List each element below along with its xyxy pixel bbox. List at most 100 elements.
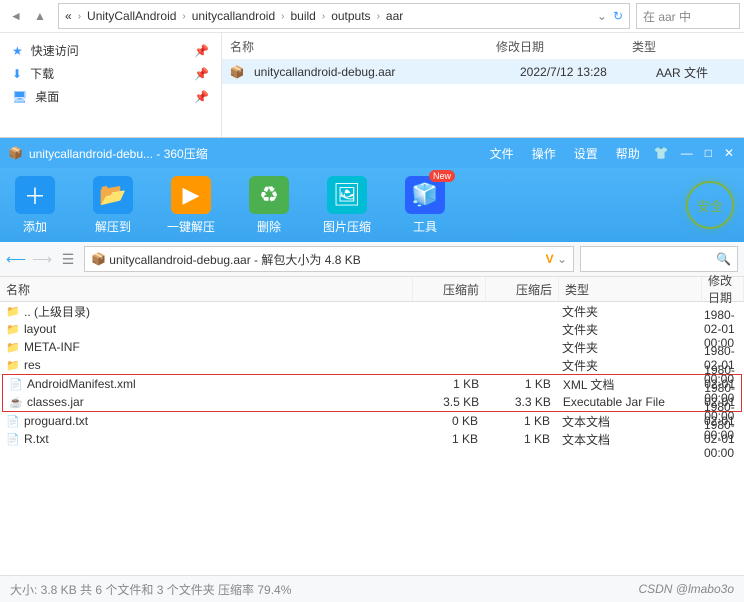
sidebar-item-downloads[interactable]: ⬇ 下载 📌 bbox=[0, 62, 221, 85]
row-post: 1 KB bbox=[485, 377, 557, 391]
tool-image[interactable]: 🖼 图片压缩 bbox=[322, 176, 372, 235]
crumb[interactable]: aar bbox=[386, 9, 403, 23]
row-post: 1 KB bbox=[484, 414, 556, 428]
archive-list-header: 名称 压缩前 压缩后 类型 修改日期 bbox=[0, 277, 744, 302]
file-icon: 📄 bbox=[6, 414, 20, 428]
hdr-post[interactable]: 压缩后 bbox=[486, 277, 559, 301]
back-icon[interactable]: ⟵ bbox=[6, 251, 26, 268]
desktop-icon: 🖥 bbox=[12, 90, 27, 104]
row-name: AndroidManifest.xml bbox=[27, 377, 136, 391]
tool-label: 删除 bbox=[257, 218, 281, 235]
list-row[interactable]: 📁 META-INF 文件夹 bbox=[0, 338, 744, 356]
row-name: classes.jar bbox=[27, 395, 84, 409]
archive-title: unitycallandroid-debu... - 360压缩 bbox=[29, 145, 208, 162]
row-type: 文件夹 bbox=[556, 339, 698, 356]
crumb[interactable]: build bbox=[290, 9, 315, 23]
folder-icon: 📁 bbox=[6, 304, 20, 318]
menu-file[interactable]: 文件 bbox=[490, 145, 514, 162]
crumb[interactable]: outputs bbox=[331, 9, 370, 23]
list-row[interactable]: 📄proguard.txt0 KB1 KB文本文档1980-02-01 00:0… bbox=[0, 412, 744, 430]
archive-titlebar: 📦unitycallandroid-debu... - 360压缩 文件 操作 … bbox=[0, 138, 744, 168]
tool-oneclick[interactable]: ▶一键解压 bbox=[166, 176, 216, 235]
pin-icon: 📌 bbox=[194, 67, 209, 81]
pin-icon: 📌 bbox=[194, 44, 209, 58]
viewmode-icon[interactable]: ☰ bbox=[58, 251, 78, 268]
crumb[interactable]: UnityCallAndroid bbox=[87, 9, 176, 23]
row-pre: 1 KB bbox=[412, 432, 484, 446]
sidebar-item-label: 桌面 bbox=[35, 88, 59, 105]
tool-add[interactable]: ＋添加 bbox=[10, 176, 60, 235]
hdr-name[interactable]: 名称 bbox=[0, 277, 413, 301]
row-name: META-INF bbox=[24, 340, 80, 354]
file-icon: 📄 bbox=[9, 377, 23, 391]
row-pre: 1 KB bbox=[413, 377, 485, 391]
dropdown-icon[interactable]: ⌄ bbox=[597, 9, 607, 23]
maximize-icon[interactable]: □ bbox=[705, 146, 712, 160]
tool-label: 一键解压 bbox=[167, 218, 215, 235]
list-row[interactable]: 📁res文件夹1980-02-01 00:00 bbox=[0, 356, 744, 374]
hdr-pre[interactable]: 压缩前 bbox=[413, 277, 486, 301]
menu-settings[interactable]: 设置 bbox=[574, 145, 598, 162]
list-row[interactable]: 📁layout文件夹1980-02-01 00:00 bbox=[0, 320, 744, 338]
safe-badge: 安全 bbox=[686, 181, 734, 229]
sidebar-item-desktop[interactable]: 🖥 桌面 📌 bbox=[0, 85, 221, 108]
breadcrumb-prefix: « bbox=[65, 9, 72, 23]
file-date: 2022/7/12 13:28 bbox=[512, 65, 648, 79]
row-date: 1980-02-01 00:00 bbox=[698, 418, 744, 460]
row-type: 文件夹 bbox=[556, 357, 698, 374]
list-row[interactable]: ☕classes.jar3.5 KB3.3 KBExecutable Jar F… bbox=[3, 393, 741, 411]
explorer-sidebar: ★快速访问📌 ⬇ 下载 📌 🖥 桌面 📌 bbox=[0, 33, 222, 139]
tool-label: 图片压缩 bbox=[323, 218, 371, 235]
folder-icon: 📁 bbox=[6, 340, 20, 354]
crumb[interactable]: unitycallandroid bbox=[192, 9, 275, 23]
v-dropdown[interactable]: V bbox=[546, 252, 554, 266]
row-type: 文件夹 bbox=[556, 303, 698, 320]
hdr-type[interactable]: 类型 bbox=[559, 277, 702, 301]
list-row[interactable]: 📄R.txt1 KB1 KB文本文档1980-02-01 00:00 bbox=[0, 430, 744, 448]
refresh-icon[interactable]: ↻ bbox=[613, 9, 623, 23]
row-type: 文本文档 bbox=[556, 413, 698, 430]
nav-up-icon[interactable]: ▲ bbox=[28, 4, 52, 28]
tool-tools[interactable]: 🧊New工具 bbox=[400, 176, 450, 235]
breadcrumb[interactable]: « › UnityCallAndroid› unitycallandroid› … bbox=[58, 3, 630, 29]
skin-icon[interactable]: 👕 bbox=[654, 146, 669, 160]
minimize-icon[interactable]: — bbox=[681, 146, 693, 160]
menu-help[interactable]: 帮助 bbox=[616, 145, 640, 162]
image-icon: 🖼 bbox=[327, 176, 367, 214]
col-date[interactable]: 修改日期 bbox=[488, 38, 624, 55]
archive-search[interactable]: 🔍 bbox=[580, 246, 738, 272]
delete-icon: ♻ bbox=[249, 176, 289, 214]
row-name: R.txt bbox=[24, 432, 49, 446]
file-row[interactable]: 📦 unitycallandroid-debug.aar 2022/7/12 1… bbox=[222, 60, 744, 84]
hdr-date[interactable]: 修改日期 bbox=[702, 277, 744, 301]
sidebar-item-quickaccess[interactable]: ★快速访问📌 bbox=[0, 39, 221, 62]
download-icon: ⬇ bbox=[12, 67, 22, 81]
row-type: 文本文档 bbox=[556, 431, 698, 448]
tool-extract[interactable]: 📂解压到 bbox=[88, 176, 138, 235]
menu-operate[interactable]: 操作 bbox=[532, 145, 556, 162]
star-icon: ★ bbox=[12, 44, 23, 58]
pin-icon: 📌 bbox=[194, 90, 209, 104]
sidebar-item-label: 下载 bbox=[30, 65, 54, 82]
row-name: layout bbox=[24, 322, 56, 336]
list-row[interactable]: 📁 .. (上级目录) 文件夹 bbox=[0, 302, 744, 320]
row-name: res bbox=[24, 358, 41, 372]
col-type[interactable]: 类型 bbox=[624, 38, 720, 55]
archive-window: 📦unitycallandroid-debu... - 360压缩 文件 操作 … bbox=[0, 137, 744, 448]
col-name[interactable]: 名称 bbox=[222, 38, 488, 55]
nav-back-icon[interactable]: ◄ bbox=[4, 4, 28, 28]
explorer-search[interactable]: 在 aar 中 bbox=[636, 3, 740, 29]
row-name: .. (上级目录) bbox=[24, 303, 90, 320]
close-icon[interactable]: ✕ bbox=[724, 146, 734, 160]
archive-file-list: 📁.. (上级目录)文件夹📁layout文件夹1980-02-01 00:00📁… bbox=[0, 302, 744, 448]
file-name: unitycallandroid-debug.aar bbox=[246, 65, 512, 79]
explorer-content: 名称 修改日期 类型 📦 unitycallandroid-debug.aar … bbox=[222, 33, 744, 139]
chevron-down-icon[interactable]: ⌄ bbox=[557, 252, 567, 266]
list-row[interactable]: 📄AndroidManifest.xml1 KB1 KBXML 文档1980-0… bbox=[3, 375, 741, 393]
archive-icon: 📦 bbox=[8, 146, 23, 160]
archive-path[interactable]: 📦 unitycallandroid-debug.aar - 解包大小为 4.8… bbox=[84, 246, 574, 272]
tool-delete[interactable]: ♻ 删除 bbox=[244, 176, 294, 235]
archive-addressbar: ⟵ ⟶ ☰ 📦 unitycallandroid-debug.aar - 解包大… bbox=[0, 242, 744, 277]
row-name: proguard.txt bbox=[24, 414, 88, 428]
aar-file-icon: 📦 bbox=[228, 65, 246, 79]
